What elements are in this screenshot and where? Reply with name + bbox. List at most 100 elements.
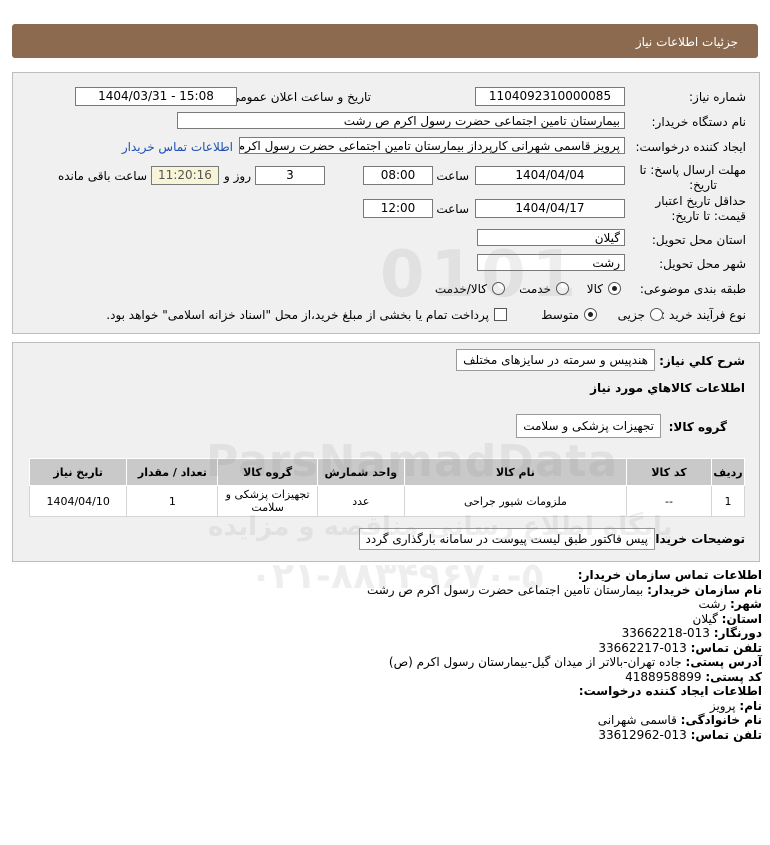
remaining-time-field: 11:20:16 — [151, 166, 219, 185]
category-service-label: خدمت — [519, 282, 551, 296]
page-header: جزئیات اطلاعات نیاز — [12, 24, 758, 58]
process-minor-label: جزیی — [617, 308, 645, 322]
contact-address-value: جاده تهران-بالاتر از میدان گیل-بیمارستان… — [388, 655, 682, 669]
province-field: گیلان — [477, 229, 625, 246]
general-desc-field: هندپیس و سرمته در سایزهای مختلف — [456, 349, 655, 371]
contact-org-label: نام سازمان خریدار: — [647, 582, 762, 597]
validity-time-field: 12:00 — [363, 199, 433, 218]
general-desc-label: شرح كلي نياز: — [659, 354, 745, 368]
contact-city-line: شهر: رشت — [7, 597, 762, 612]
process-minor-radio[interactable] — [650, 308, 663, 321]
contact-org-line: نام سازمان خریدار: بیمارستان تامین اجتما… — [7, 583, 762, 598]
contact-postal-value: 4188958899 — [625, 669, 702, 684]
cell-qty: 1 — [126, 485, 219, 517]
creator-phone-value: 013-33612962 — [598, 727, 687, 742]
contact-fax-label: دورنگار: — [713, 626, 762, 640]
city-field: رشت — [477, 254, 625, 271]
deadline-label: مهلت ارسال پاسخ: تا — [639, 163, 746, 177]
buyer-label: نام دستگاه خریدار: — [651, 115, 747, 129]
contact-fax-line: دورنگار: 013-33662218 — [7, 626, 762, 641]
process-medium-label: متوسط — [541, 308, 579, 322]
validity-label: حداقل تاریخ اعتبار — [655, 194, 746, 208]
contact-phone-label: تلفن تماس: — [690, 640, 762, 655]
col-name-header: نام کالا — [403, 458, 628, 486]
contact-postal-line: کد پستی: 4188958899 — [7, 670, 762, 685]
deadline-date-field: 1404/04/04 — [475, 166, 625, 185]
validity-date-field: 1404/04/17 — [475, 199, 625, 218]
contact-address-label: آدرس پستی: — [685, 655, 762, 669]
process-medium-radio[interactable] — [584, 308, 597, 321]
creator-phone-line: تلفن تماس: 013-33612962 — [7, 728, 762, 743]
contact-city-value: رشت — [698, 597, 727, 611]
cell-unit: عدد — [316, 485, 405, 517]
contact-org-value: بیمارستان تامین اجتماعی حضرت رسول اکرم ص… — [366, 582, 644, 597]
cell-code: -- — [626, 485, 713, 517]
goods-info-title: اطلاعات کالاهاي مورد نياز — [590, 381, 745, 395]
buyer-notes-field: پیس فاکتور طبق لیست پیوست در سامانه بارگ… — [358, 528, 655, 550]
creator-last-name-value: قاسمی شهرانی — [597, 713, 677, 727]
contact-province-label: استان: — [721, 611, 762, 626]
category-label: طبقه بندی موضوعی: — [639, 282, 746, 296]
category-goods-service-radio[interactable] — [492, 282, 505, 295]
deadline-label-date: تاریخ: — [689, 178, 717, 192]
col-code-header: کد کالا — [626, 458, 713, 486]
category-goods-label: کالا — [586, 282, 603, 296]
creator-info-title: اطلاعات ایجاد کننده درخواست: — [578, 684, 762, 698]
announce-field: 1404/03/31 - 15:08 — [75, 87, 237, 106]
province-label: استان محل تحویل: — [651, 233, 746, 247]
creator-label: ایجاد کننده درخواست: — [635, 140, 746, 154]
table-row: 1 -- ملزومات شیور جراحی عدد تجهیزات پزشک… — [28, 485, 745, 517]
contact-city-label: شهر: — [730, 597, 762, 611]
category-goods-service-label: کالا/خدمت — [434, 282, 487, 296]
contact-section: اطلاعات تماس سازمان خریدار: نام سازمان خ… — [7, 568, 762, 742]
announce-label: تاریخ و ساعت اعلان عمومی: — [226, 90, 371, 104]
category-goods-radio[interactable] — [608, 282, 621, 295]
remaining-label: ساعت باقی مانده — [57, 169, 147, 183]
city-label: شهر محل تحویل: — [659, 257, 746, 271]
contact-phone-line: تلفن تماس: 013-33662217 — [7, 641, 762, 656]
process-label: نوع فرآیند خرید : — [661, 308, 746, 322]
deadline-time-field: 08:00 — [363, 166, 433, 185]
cell-group: تجهیزات پزشکی و سلامت — [217, 485, 318, 517]
contact-title: اطلاعات تماس سازمان خریدار: — [577, 568, 762, 582]
goods-table: ردیف کد کالا نام کالا واحد شمارش گروه کا… — [28, 458, 745, 517]
col-group-header: گروه کالا — [217, 458, 318, 486]
table-header-row: ردیف کد کالا نام کالا واحد شمارش گروه کا… — [28, 458, 745, 486]
col-qty-header: تعداد / مقدار — [126, 458, 219, 486]
need-info-panel: شماره نیاز: 1104092310000085 تاریخ و ساع… — [12, 72, 760, 334]
need-number-label: شماره نیاز: — [689, 90, 746, 104]
validity-label-date: قیمت: تا تاریخ: — [671, 209, 746, 223]
deadline-time-label: ساعت — [436, 169, 469, 183]
creator-first-name-label: نام: — [739, 698, 762, 713]
cell-date: 1404/04/10 — [28, 485, 128, 517]
creator-phone-label: تلفن تماس: — [690, 727, 762, 742]
contact-fax-value: 013-33662218 — [621, 626, 710, 640]
creator-first-name-line: نام: پرویز — [7, 699, 762, 714]
treasury-checkbox[interactable] — [494, 308, 507, 321]
goods-group-label: گروه کالا: — [668, 420, 727, 434]
creator-last-name-line: نام خانوادگی: قاسمی شهرانی — [7, 713, 762, 728]
buyer-field: بیمارستان تامین اجتماعی حضرت رسول اکرم ص… — [177, 112, 625, 129]
creator-last-name-label: نام خانوادگی: — [680, 713, 762, 727]
buyer-contact-link[interactable]: اطلاعات تماس خریدار — [122, 140, 233, 154]
creator-first-name-value: پرویز — [709, 698, 736, 713]
days-field: 3 — [255, 166, 325, 185]
days-label: روز و — [224, 169, 251, 183]
validity-time-label: ساعت — [436, 202, 469, 216]
page-title: جزئیات اطلاعات نیاز — [635, 35, 738, 49]
col-unit-header: واحد شمارش — [316, 458, 405, 486]
contact-province-line: استان: گیلان — [7, 611, 763, 627]
col-date-header: تاریخ نیاز — [28, 458, 128, 486]
payment-note: پرداخت تمام یا بخشی از مبلغ خرید،از محل … — [106, 308, 489, 322]
contact-address-line: آدرس پستی: جاده تهران-بالاتر از میدان گی… — [7, 655, 762, 670]
contact-phone-value: 013-33662217 — [598, 640, 687, 655]
buyer-notes-label: توضیحات خریدار: — [643, 532, 745, 546]
contact-province-value: گیلان — [692, 611, 718, 626]
contact-postal-label: کد پستی: — [705, 669, 762, 684]
goods-group-field: تجهیزات پزشکی و سلامت — [516, 414, 661, 438]
goods-panel: شرح كلي نياز: هندپیس و سرمته در سایزهای … — [12, 342, 760, 562]
cell-row: 1 — [711, 485, 745, 517]
creator-field: پرویز قاسمی شهرانی کارپرداز بیمارستان تا… — [239, 137, 625, 154]
need-number-field: 1104092310000085 — [475, 87, 625, 106]
category-service-radio[interactable] — [556, 282, 569, 295]
